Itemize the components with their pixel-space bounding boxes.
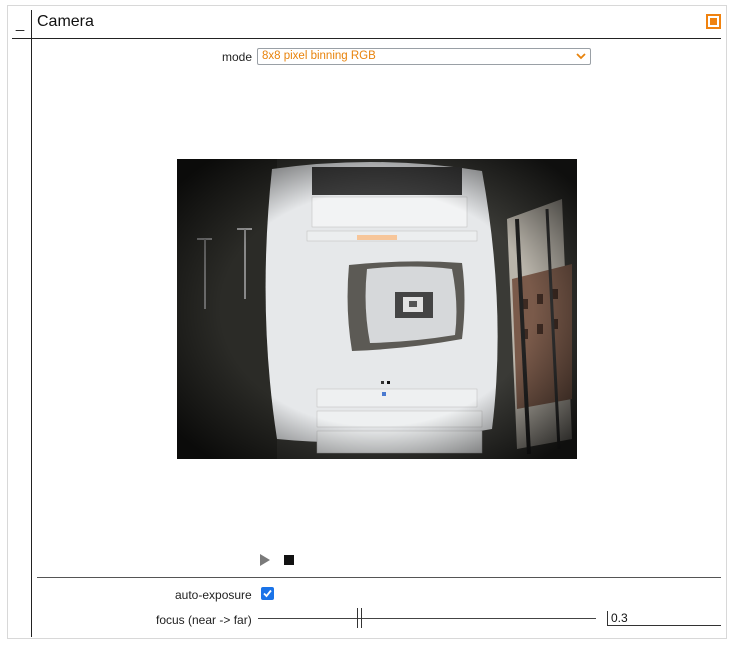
focus-value-input[interactable]: 0.3: [607, 611, 721, 626]
camera-feed: [177, 159, 577, 459]
collapse-button[interactable]: _: [12, 14, 28, 34]
panel-close-icon[interactable]: [706, 14, 721, 29]
play-icon[interactable]: [260, 554, 270, 566]
focus-slider-track[interactable]: [258, 618, 596, 619]
panel-title: Camera: [37, 13, 94, 30]
mode-select[interactable]: 8x8 pixel binning RGB: [257, 48, 591, 65]
title-divider: [31, 38, 721, 39]
stop-icon[interactable]: [284, 555, 294, 565]
auto-exposure-checkbox[interactable]: [261, 587, 274, 600]
focus-label: focus (near -> far): [156, 613, 252, 627]
chevron-down-icon: [576, 53, 586, 60]
mode-label: mode: [222, 50, 253, 64]
mode-selected-value: 8x8 pixel binning RGB: [262, 50, 376, 62]
controls-divider: [37, 577, 721, 578]
auto-exposure-label: auto-exposure: [175, 588, 252, 602]
panel-left-border: [31, 10, 32, 637]
camera-feed-image: [177, 159, 577, 459]
checkmark-icon: [263, 589, 272, 598]
collapse-underline: [12, 38, 32, 39]
focus-slider-thumb[interactable]: [357, 608, 362, 628]
